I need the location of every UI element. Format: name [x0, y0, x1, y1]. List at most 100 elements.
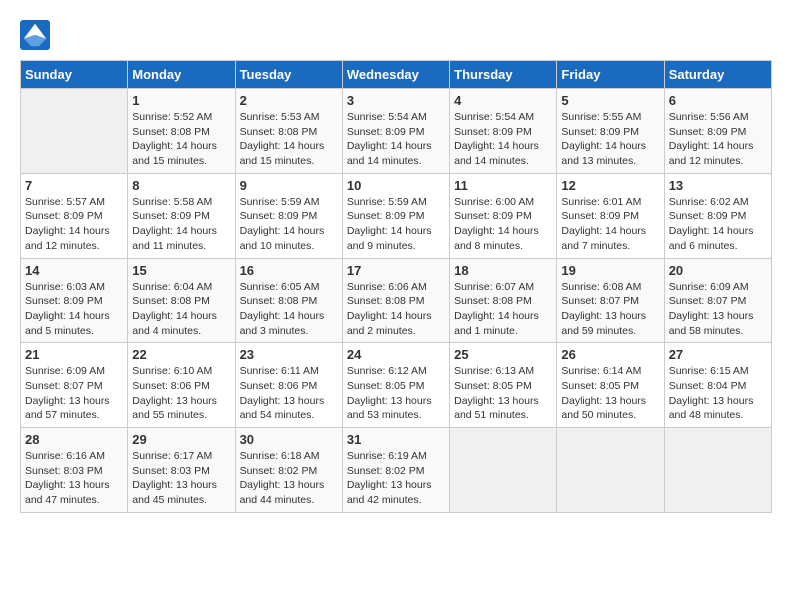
calendar-week-1: 1 Sunrise: 5:52 AMSunset: 8:08 PMDaylight…: [21, 89, 772, 174]
day-info: Sunrise: 5:53 AMSunset: 8:08 PMDaylight:…: [240, 110, 338, 169]
day-info: Sunrise: 6:08 AMSunset: 8:07 PMDaylight:…: [561, 280, 659, 339]
day-info: Sunrise: 6:07 AMSunset: 8:08 PMDaylight:…: [454, 280, 552, 339]
day-header-tuesday: Tuesday: [235, 61, 342, 89]
day-number: 7: [25, 178, 123, 193]
calendar-cell: 21 Sunrise: 6:09 AMSunset: 8:07 PMDayligh…: [21, 343, 128, 428]
calendar-week-4: 21 Sunrise: 6:09 AMSunset: 8:07 PMDayligh…: [21, 343, 772, 428]
day-number: 1: [132, 93, 230, 108]
day-number: 24: [347, 347, 445, 362]
day-info: Sunrise: 6:05 AMSunset: 8:08 PMDaylight:…: [240, 280, 338, 339]
day-info: Sunrise: 6:10 AMSunset: 8:06 PMDaylight:…: [132, 364, 230, 423]
day-number: 19: [561, 263, 659, 278]
day-info: Sunrise: 6:09 AMSunset: 8:07 PMDaylight:…: [25, 364, 123, 423]
calendar-cell: 25 Sunrise: 6:13 AMSunset: 8:05 PMDayligh…: [450, 343, 557, 428]
calendar-cell: 27Sunrise: 6:15 AMSunset: 8:04 PMDayligh…: [664, 343, 771, 428]
calendar-cell: 4 Sunrise: 5:54 AMSunset: 8:09 PMDaylight…: [450, 89, 557, 174]
day-info: Sunrise: 5:54 AMSunset: 8:09 PMDaylight:…: [454, 110, 552, 169]
day-info: Sunrise: 6:12 AMSunset: 8:05 PMDaylight:…: [347, 364, 445, 423]
day-header-wednesday: Wednesday: [342, 61, 449, 89]
calendar-cell: 20 Sunrise: 6:09 AMSunset: 8:07 PMDayligh…: [664, 258, 771, 343]
day-info: Sunrise: 5:54 AMSunset: 8:09 PMDaylight:…: [347, 110, 445, 169]
calendar-cell: 28Sunrise: 6:16 AMSunset: 8:03 PMDayligh…: [21, 428, 128, 513]
day-number: 11: [454, 178, 552, 193]
calendar-cell: 1 Sunrise: 5:52 AMSunset: 8:08 PMDaylight…: [128, 89, 235, 174]
day-header-thursday: Thursday: [450, 61, 557, 89]
day-info: Sunrise: 6:14 AMSunset: 8:05 PMDaylight:…: [561, 364, 659, 423]
day-number: 25: [454, 347, 552, 362]
day-number: 26: [561, 347, 659, 362]
day-number: 8: [132, 178, 230, 193]
logo-icon: [20, 20, 50, 50]
day-number: 30: [240, 432, 338, 447]
day-number: 31: [347, 432, 445, 447]
calendar-cell: 29 Sunrise: 6:17 AMSunset: 8:03 PMDayligh…: [128, 428, 235, 513]
day-number: 18: [454, 263, 552, 278]
day-number: 6: [669, 93, 767, 108]
calendar-week-2: 7 Sunrise: 5:57 AMSunset: 8:09 PMDaylight…: [21, 173, 772, 258]
calendar-cell: 10 Sunrise: 5:59 AMSunset: 8:09 PMDayligh…: [342, 173, 449, 258]
day-number: 29: [132, 432, 230, 447]
day-info: Sunrise: 6:17 AMSunset: 8:03 PMDaylight:…: [132, 449, 230, 508]
calendar-cell: [450, 428, 557, 513]
day-number: 17: [347, 263, 445, 278]
day-info: Sunrise: 5:55 AMSunset: 8:09 PMDaylight:…: [561, 110, 659, 169]
day-header-monday: Monday: [128, 61, 235, 89]
calendar-cell: 30Sunrise: 6:18 AMSunset: 8:02 PMDayligh…: [235, 428, 342, 513]
calendar-cell: 14 Sunrise: 6:03 AMSunset: 8:09 PMDayligh…: [21, 258, 128, 343]
day-number: 4: [454, 93, 552, 108]
day-header-friday: Friday: [557, 61, 664, 89]
day-number: 23: [240, 347, 338, 362]
day-info: Sunrise: 6:02 AMSunset: 8:09 PMDaylight:…: [669, 195, 767, 254]
calendar-cell: 9Sunrise: 5:59 AMSunset: 8:09 PMDaylight…: [235, 173, 342, 258]
day-number: 14: [25, 263, 123, 278]
day-number: 28: [25, 432, 123, 447]
day-number: 21: [25, 347, 123, 362]
calendar-cell: [664, 428, 771, 513]
calendar-cell: 23 Sunrise: 6:11 AMSunset: 8:06 PMDayligh…: [235, 343, 342, 428]
day-info: Sunrise: 5:57 AMSunset: 8:09 PMDaylight:…: [25, 195, 123, 254]
calendar-cell: 5 Sunrise: 5:55 AMSunset: 8:09 PMDaylight…: [557, 89, 664, 174]
day-number: 10: [347, 178, 445, 193]
day-info: Sunrise: 5:58 AMSunset: 8:09 PMDaylight:…: [132, 195, 230, 254]
page-header: [20, 20, 772, 50]
day-info: Sunrise: 5:52 AMSunset: 8:08 PMDaylight:…: [132, 110, 230, 169]
day-number: 5: [561, 93, 659, 108]
day-info: Sunrise: 6:03 AMSunset: 8:09 PMDaylight:…: [25, 280, 123, 339]
day-number: 22: [132, 347, 230, 362]
day-header-sunday: Sunday: [21, 61, 128, 89]
day-number: 13: [669, 178, 767, 193]
calendar-cell: 16 Sunrise: 6:05 AMSunset: 8:08 PMDayligh…: [235, 258, 342, 343]
day-info: Sunrise: 6:11 AMSunset: 8:06 PMDaylight:…: [240, 364, 338, 423]
calendar-cell: 7 Sunrise: 5:57 AMSunset: 8:09 PMDaylight…: [21, 173, 128, 258]
day-number: 16: [240, 263, 338, 278]
day-number: 9: [240, 178, 338, 193]
day-info: Sunrise: 5:56 AMSunset: 8:09 PMDaylight:…: [669, 110, 767, 169]
day-number: 3: [347, 93, 445, 108]
day-info: Sunrise: 6:00 AMSunset: 8:09 PMDaylight:…: [454, 195, 552, 254]
day-number: 20: [669, 263, 767, 278]
day-info: Sunrise: 5:59 AMSunset: 8:09 PMDaylight:…: [347, 195, 445, 254]
calendar-cell: [21, 89, 128, 174]
calendar-cell: 19 Sunrise: 6:08 AMSunset: 8:07 PMDayligh…: [557, 258, 664, 343]
day-number: 15: [132, 263, 230, 278]
calendar-cell: 8 Sunrise: 5:58 AMSunset: 8:09 PMDaylight…: [128, 173, 235, 258]
day-info: Sunrise: 6:13 AMSunset: 8:05 PMDaylight:…: [454, 364, 552, 423]
calendar-week-5: 28Sunrise: 6:16 AMSunset: 8:03 PMDayligh…: [21, 428, 772, 513]
day-number: 27: [669, 347, 767, 362]
calendar-cell: 26 Sunrise: 6:14 AMSunset: 8:05 PMDayligh…: [557, 343, 664, 428]
day-info: Sunrise: 6:19 AMSunset: 8:02 PMDaylight:…: [347, 449, 445, 508]
calendar-cell: 11 Sunrise: 6:00 AMSunset: 8:09 PMDayligh…: [450, 173, 557, 258]
day-header-saturday: Saturday: [664, 61, 771, 89]
day-info: Sunrise: 6:09 AMSunset: 8:07 PMDaylight:…: [669, 280, 767, 339]
calendar-week-3: 14 Sunrise: 6:03 AMSunset: 8:09 PMDayligh…: [21, 258, 772, 343]
calendar-header-row: SundayMondayTuesdayWednesdayThursdayFrid…: [21, 61, 772, 89]
calendar-cell: 18 Sunrise: 6:07 AMSunset: 8:08 PMDayligh…: [450, 258, 557, 343]
calendar-cell: 13 Sunrise: 6:02 AMSunset: 8:09 PMDayligh…: [664, 173, 771, 258]
calendar-table: SundayMondayTuesdayWednesdayThursdayFrid…: [20, 60, 772, 513]
day-info: Sunrise: 6:06 AMSunset: 8:08 PMDaylight:…: [347, 280, 445, 339]
day-number: 2: [240, 93, 338, 108]
day-info: Sunrise: 6:01 AMSunset: 8:09 PMDaylight:…: [561, 195, 659, 254]
calendar-cell: 12Sunrise: 6:01 AMSunset: 8:09 PMDayligh…: [557, 173, 664, 258]
calendar-cell: 22 Sunrise: 6:10 AMSunset: 8:06 PMDayligh…: [128, 343, 235, 428]
calendar-cell: 6 Sunrise: 5:56 AMSunset: 8:09 PMDaylight…: [664, 89, 771, 174]
